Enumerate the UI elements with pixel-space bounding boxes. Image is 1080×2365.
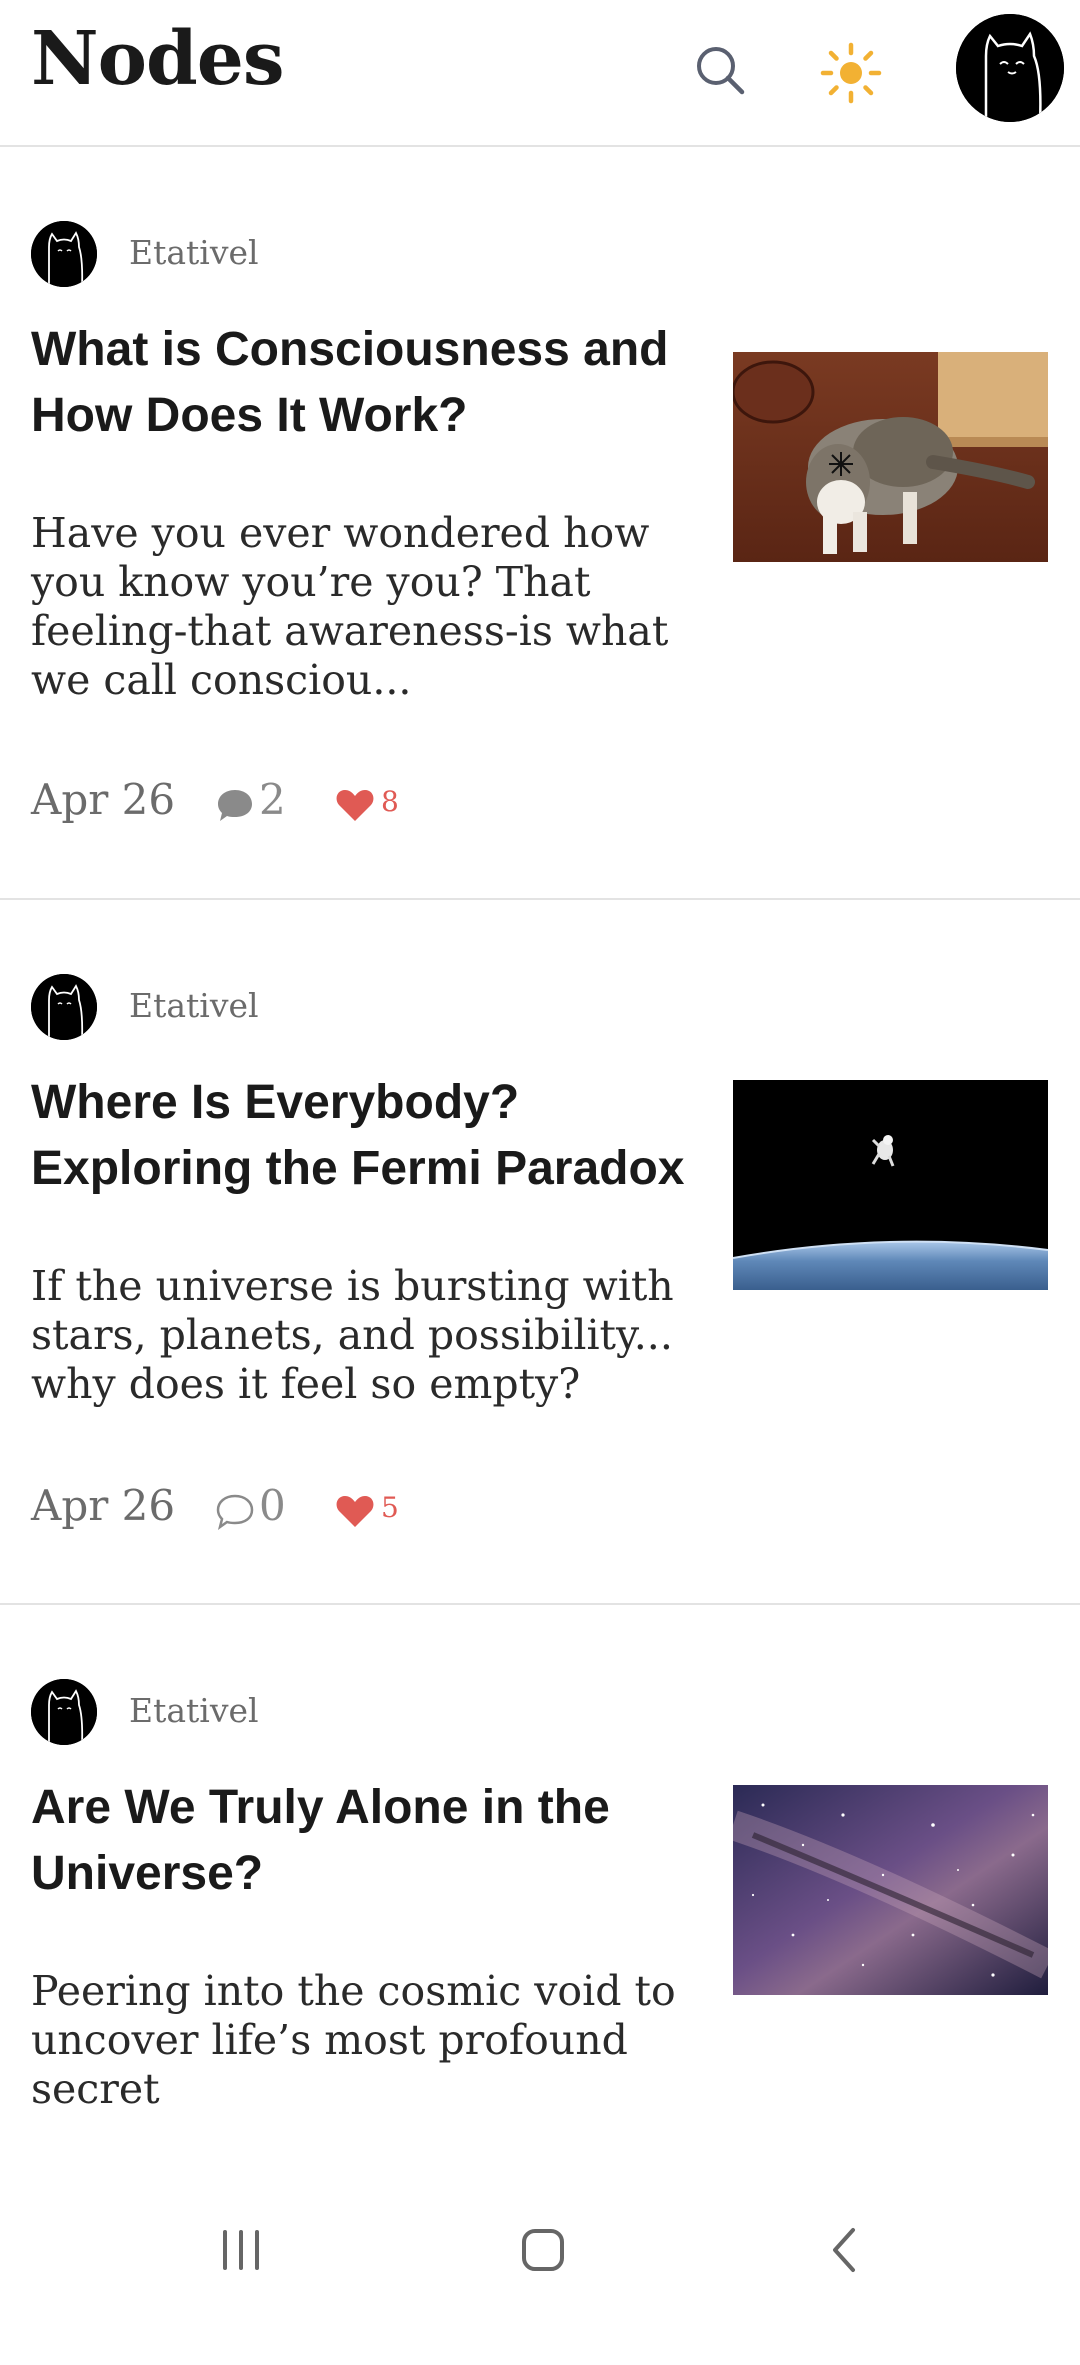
post-title[interactable]: Where Is Everybody? Exploring the Fermi …: [31, 1070, 691, 1202]
author-name[interactable]: Etativel: [129, 233, 259, 272]
post-feed: Etativel What is Consciousness and How D…: [0, 147, 1080, 2365]
post-date: Apr 26: [31, 1481, 176, 1530]
cat-avatar-icon: [31, 1679, 97, 1745]
back-icon: [833, 2228, 855, 2272]
theme-toggle-button[interactable]: [818, 40, 884, 106]
home-icon: [522, 2229, 564, 2271]
author-name[interactable]: Etativel: [129, 986, 259, 1025]
cat-photo-thumbnail[interactable]: [733, 352, 1048, 562]
recent-apps-icon: [223, 2230, 259, 2270]
post-excerpt: Peering into the cosmic void to uncover …: [31, 1967, 676, 2113]
app-title: Nodes: [31, 16, 284, 102]
back-button[interactable]: [805, 2210, 885, 2290]
cat-photo: [733, 352, 1048, 562]
astronaut-photo-thumbnail[interactable]: [733, 1080, 1048, 1290]
post-card[interactable]: Etativel What is Consciousness and How D…: [0, 147, 1080, 900]
comment-count: 2: [259, 775, 286, 824]
author-avatar[interactable]: [31, 221, 97, 287]
comment-count: 0: [259, 1481, 286, 1530]
author-avatar[interactable]: [31, 974, 97, 1040]
post-excerpt: Have you ever wondered how you know you’…: [31, 509, 669, 704]
post-card[interactable]: Etativel Where Is Everybody? Exploring t…: [0, 900, 1080, 1605]
like-count: 5: [381, 1491, 399, 1524]
milky-way-photo: [733, 1785, 1048, 1995]
cat-avatar-icon: [31, 221, 97, 287]
cat-avatar-icon: [31, 974, 97, 1040]
system-nav-bar: [0, 2190, 1080, 2308]
profile-avatar[interactable]: [956, 14, 1064, 122]
post-date: Apr 26: [31, 775, 176, 824]
comment-filled-icon: [218, 790, 252, 821]
astronaut-over-earth-photo: [733, 1080, 1048, 1290]
post-title[interactable]: Are We Truly Alone in the Universe?: [31, 1775, 691, 1907]
post-title[interactable]: What is Consciousness and How Does It Wo…: [31, 317, 691, 449]
heart-icon: [336, 790, 374, 821]
app-header: Nodes: [0, 0, 1080, 147]
author-avatar[interactable]: [31, 1679, 97, 1745]
sun-icon: [820, 42, 882, 104]
author-name[interactable]: Etativel: [129, 1691, 259, 1730]
home-button[interactable]: [503, 2210, 583, 2290]
search-icon: [697, 47, 745, 95]
post-excerpt: If the universe is bursting with stars, …: [31, 1262, 674, 1408]
recent-apps-button[interactable]: [201, 2210, 281, 2290]
like-count: 8: [381, 785, 399, 818]
search-button[interactable]: [690, 40, 752, 102]
heart-icon: [336, 1496, 374, 1527]
cat-avatar-icon: [956, 14, 1064, 122]
milky-way-photo-thumbnail[interactable]: [733, 1785, 1048, 1995]
comment-outline-icon: [216, 1494, 254, 1530]
